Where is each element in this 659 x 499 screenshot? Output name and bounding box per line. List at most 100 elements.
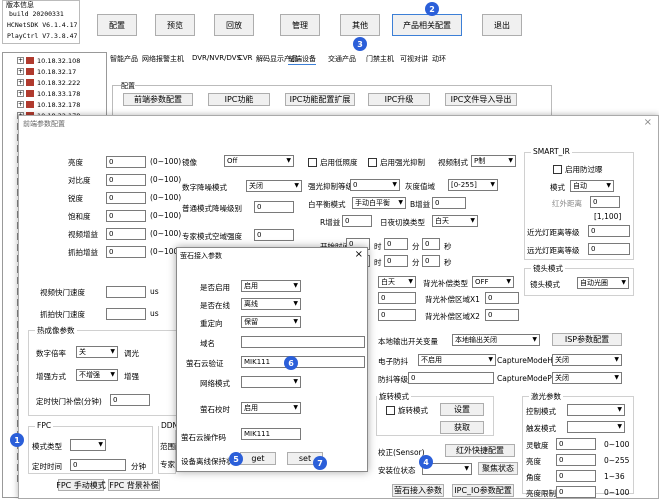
blc-x2-input[interactable]: 0 (485, 309, 519, 321)
tab-7[interactable]: 门禁主机 (366, 54, 394, 64)
tree-node-label[interactable]: 10.18.32.108 (37, 57, 80, 65)
get-button[interactable]: get (240, 452, 276, 465)
blc-x1-input[interactable]: 0 (485, 292, 519, 304)
front-param-button[interactable]: 前端参数配置 (123, 93, 193, 106)
rotate-set-button[interactable]: 设置 (440, 403, 484, 416)
online-select[interactable]: 离线 ▼ (241, 298, 301, 310)
ir-quick-button[interactable]: 红外快捷配置 (445, 444, 515, 457)
timer-comp-input[interactable]: 0 (110, 394, 150, 406)
laser-trigger-select[interactable]: ▼ (567, 421, 625, 433)
ezviz-time-select[interactable]: 启用 ▼ (241, 402, 301, 414)
tab-6[interactable]: 交通产品 (328, 54, 356, 64)
fpc-manual-button[interactable]: FPC 手动模式 (56, 479, 106, 491)
tree-node[interactable]: +10.18.32.17 (17, 67, 76, 76)
tab-3[interactable]: CVR (238, 54, 253, 62)
param-input[interactable]: 0 (106, 156, 146, 168)
blc-x2-left[interactable]: 0 (378, 309, 416, 321)
anti-shake-select[interactable]: 不启用 ▼ (418, 354, 496, 366)
mirror-select[interactable]: Off ▼ (224, 155, 294, 167)
preview-button[interactable]: 预览 (155, 14, 195, 36)
end-min[interactable]: 0 (384, 255, 408, 267)
tree-node[interactable]: +10.18.32.108 (17, 56, 80, 65)
product-config-button[interactable]: 产品相关配置 (392, 14, 462, 36)
playback-button[interactable]: 回放 (214, 14, 254, 36)
dnr-select[interactable]: 关闭 ▼ (246, 180, 302, 192)
end-sec[interactable]: 0 (422, 255, 440, 267)
blc-select[interactable]: OFF ▼ (472, 276, 514, 288)
net-mode-select[interactable]: ▼ (241, 376, 301, 388)
expand-icon[interactable]: + (17, 57, 24, 64)
zoom-select[interactable]: 关 ▼ (76, 346, 118, 358)
domain-input[interactable] (241, 336, 365, 348)
laser-ctrl-select[interactable]: ▼ (567, 404, 625, 416)
ipc-file-button[interactable]: IPC文件导入导出 (445, 93, 517, 106)
snap-shutter-input[interactable] (106, 308, 146, 320)
param-input[interactable]: 0 (106, 228, 146, 240)
verify-input[interactable]: MIK111 (241, 356, 365, 368)
r-gain-input[interactable]: 0 (342, 215, 372, 227)
isp-button[interactable]: ISP参数配置 (552, 333, 622, 346)
strong-level-select[interactable]: 0 ▼ (350, 179, 400, 191)
backlight-checkbox[interactable] (308, 158, 317, 167)
far-light-input[interactable]: 0 (588, 243, 630, 255)
tab-8[interactable]: 可视对讲 (400, 54, 428, 64)
enhance-select[interactable]: 不增强 ▼ (76, 369, 118, 381)
config-button[interactable]: 配置 (97, 14, 137, 36)
strong-checkbox[interactable] (368, 158, 377, 167)
expand-icon[interactable]: + (17, 90, 24, 97)
fpc-timer-input[interactable]: 0 (70, 459, 126, 471)
capture-p-select[interactable]: 关闭 ▼ (552, 372, 622, 384)
op-code-input[interactable]: MIK111 (241, 428, 301, 440)
param-input[interactable]: 0 (106, 210, 146, 222)
param-input[interactable]: 0 (106, 174, 146, 186)
tree-node-label[interactable]: 10.18.32.17 (37, 68, 76, 76)
expand-icon[interactable]: + (17, 68, 24, 75)
param-input[interactable]: 0 (106, 192, 146, 204)
tree-node[interactable]: +10.18.33.178 (17, 89, 80, 98)
front-close-icon[interactable]: × (644, 117, 652, 128)
local-out-select[interactable]: 本地输出关闭 ▼ (452, 334, 540, 346)
redirect-select[interactable]: 保留 ▼ (241, 316, 301, 328)
tab-0[interactable]: 智能产品 (110, 54, 138, 64)
focus-button[interactable]: 聚焦状态 (478, 462, 518, 475)
gray-select[interactable]: [0-255] ▼ (448, 179, 498, 191)
exit-button[interactable]: 退出 (482, 14, 522, 36)
laser-bright-input[interactable]: 0 (556, 454, 596, 466)
ir-mode-select[interactable]: 自动 ▼ (570, 180, 614, 192)
other-button[interactable]: 其他 (340, 14, 380, 36)
ezviz-button[interactable]: 萤石接入参数 (392, 484, 444, 497)
capture-h-select[interactable]: 关闭 ▼ (552, 354, 622, 366)
fpc-mode-select[interactable]: ▼ (70, 439, 106, 451)
ipc-func-button[interactable]: IPC功能 (208, 93, 270, 106)
near-light-input[interactable]: 0 (588, 225, 630, 237)
blc-x1-left[interactable]: 0 (378, 292, 416, 304)
tree-node-label[interactable]: 10.18.33.178 (37, 90, 80, 98)
b-gain-input[interactable]: 0 (432, 197, 466, 209)
manage-button[interactable]: 管理 (280, 14, 320, 36)
ipc-io-button[interactable]: IPC_IO参数配置 (452, 484, 514, 497)
anti-overexposure-checkbox[interactable] (553, 165, 562, 174)
shutter-input[interactable] (106, 286, 146, 298)
tab-1[interactable]: 网络报警主机 (142, 54, 184, 64)
ipc-func-ext-button[interactable]: IPC功能配置扩展 (285, 93, 355, 106)
expand-icon[interactable]: + (17, 101, 24, 108)
param-input[interactable]: 0 (106, 246, 146, 258)
start-sec[interactable]: 0 (422, 238, 440, 250)
tab-9[interactable]: 动环 (432, 54, 446, 64)
daynight-select[interactable]: 白天 ▼ (432, 215, 478, 227)
laser-sens-input[interactable]: 0 (556, 438, 596, 450)
laser-angle-input[interactable]: 0 (556, 470, 596, 482)
enable-select[interactable]: 启用 ▼ (241, 280, 301, 292)
tree-node[interactable]: +10.18.32.178 (17, 100, 80, 109)
lens-select[interactable]: 自动光圈 ▼ (577, 277, 629, 289)
ir-distance-input[interactable]: 0 (590, 196, 620, 208)
day-select[interactable]: 白天 ▼ (378, 276, 416, 288)
laser-limit-input[interactable]: 0 (556, 486, 596, 498)
tree-node-label[interactable]: 10.18.32.178 (37, 101, 80, 109)
dialog-close-icon[interactable]: × (355, 249, 363, 260)
tree-node[interactable]: +10.18.32.222 (17, 78, 80, 87)
start-min[interactable]: 0 (384, 238, 408, 250)
video-std-select[interactable]: P制 ▼ (471, 155, 516, 167)
dnr-level-input[interactable]: 0 (254, 201, 294, 213)
rotate-get-button[interactable]: 获取 (440, 421, 484, 434)
